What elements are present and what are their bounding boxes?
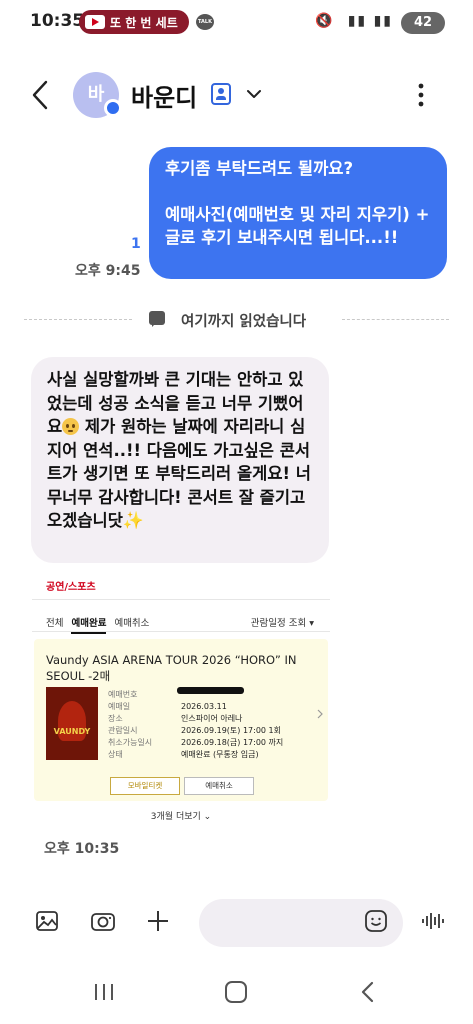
pleading-face-emoji-icon [62, 418, 80, 435]
media-title: 또 한 번 세트 [110, 15, 178, 30]
sort-dropdown: 관람일정 조회 ▾ [250, 618, 314, 629]
divider-line-left [24, 319, 132, 320]
tabs-divider [32, 631, 330, 632]
chevron-right-icon [317, 709, 323, 719]
sort-label: 관람일정 조회 [250, 618, 307, 629]
message-input-bar [0, 895, 473, 951]
label-show-date: 관람일시 [108, 726, 138, 735]
tab-all: 전체 [46, 618, 64, 629]
voice-icon[interactable] [421, 911, 445, 931]
status-bar: 10:35 또 한 번 세트 TALK 🔇 ︎ ▮▮ ▮▮ 42 [0, 0, 473, 46]
incoming-message-time: 오후 10:35 [44, 841, 120, 857]
chat-header: 바 바운디 [0, 62, 473, 126]
chevron-down-icon[interactable] [246, 86, 262, 102]
read-divider-text: 여기까지 읽었습니다 [181, 314, 307, 330]
ticket-tabs: 전체 예매완료 예매취소 [46, 615, 157, 634]
label-venue: 장소 [108, 714, 123, 723]
emoji-icon[interactable] [365, 910, 387, 932]
youtube-media-pill[interactable]: 또 한 번 세트 [79, 10, 189, 34]
concert-poster: VAUNDY [46, 687, 98, 760]
category-divider [32, 599, 330, 600]
ticket-field-labels: 예매번호예매일장소관람일시취소가능일시상태 [108, 689, 152, 761]
plus-icon[interactable] [147, 910, 169, 932]
more-icon[interactable] [416, 82, 426, 108]
redaction-mark [177, 687, 244, 694]
poster-label: VAUNDY [53, 727, 91, 736]
read-divider: 여기까지 읽었습니다 [24, 307, 449, 333]
system-nav-bar [0, 966, 473, 1024]
contact-name[interactable]: 바운디 [131, 78, 197, 113]
youtube-icon [85, 15, 105, 29]
ticket-screenshot-image[interactable]: 공연/스포츠 전체 예매완료 예매취소 관람일정 조회 ▾ Vaundy ASIA … [32, 571, 330, 829]
outgoing-message-time: 오후 9:45 [75, 263, 141, 279]
gallery-icon[interactable] [36, 911, 58, 931]
value-show-date: 2026.09.19(토) 17:00 1회 [181, 726, 281, 735]
label-cancel-deadline: 취소가능일시 [108, 738, 153, 747]
value-cancel-deadline: 2026.09.18(금) 17:00 까지 [181, 738, 284, 747]
value-booking-date: 2026.03.11 [181, 702, 227, 711]
nav-back-icon[interactable] [360, 981, 374, 1003]
more-3-months: 3개월 더보기 ⌄ [150, 812, 212, 822]
mobile-ticket-button: 모바일티켓 [110, 777, 180, 795]
recent-apps-icon[interactable] [93, 982, 115, 1002]
camera-icon[interactable] [91, 911, 115, 931]
kakaotalk-notification-icon: TALK [196, 14, 214, 30]
ticket-field-values: 2026.03.11 인스파이어 아레나 2026.09.19(토) 17:00 1… [181, 689, 283, 761]
battery-indicator: 42 [401, 12, 445, 34]
cancel-booking-button: 예매취소 [184, 777, 254, 795]
value-venue: 인스파이어 아레나 [181, 714, 243, 723]
chat-bubble-icon [149, 311, 165, 327]
ticket-category: 공연/스포츠 [46, 582, 96, 593]
ticket-title: Vaundy ASIA ARENA TOUR 2026 “HORO” IN SE… [46, 653, 297, 683]
home-icon[interactable] [225, 981, 247, 1003]
ticket-card: Vaundy ASIA ARENA TOUR 2026 “HORO” IN SE… [34, 639, 328, 801]
contact-card-icon[interactable] [211, 83, 231, 105]
sparkles-emoji-icon: ✨ [122, 511, 145, 531]
incoming-text-part2: 제가 원하는 날짜에 자리라니 심지어 연석..!! 다음에도 가고싶은 콘서트… [47, 417, 311, 530]
back-icon[interactable] [30, 80, 50, 110]
value-status: 예매완료 (무통장 입금) [181, 750, 259, 759]
signal-icons: 🔇 ︎ ▮▮ ▮▮ [315, 13, 393, 29]
incoming-message-bubble[interactable]: 사실 실망할까봐 큰 기대는 안하고 있었는데 성공 소식을 듣고 너무 기뻤어… [31, 357, 329, 563]
label-booking-no: 예매번호 [108, 690, 138, 699]
outgoing-message-bubble[interactable]: 후기좀 부탁드려도 될까요? 예매사진(예매번호 및 자리 지우기) + 글로 … [149, 147, 447, 279]
label-booking-date: 예매일 [108, 702, 131, 711]
avatar-status-dot [104, 99, 122, 117]
unread-count: 1 [131, 236, 141, 252]
status-time: 10:35 [30, 11, 85, 31]
more-label: 3개월 더보기 [150, 812, 201, 822]
divider-line-right [342, 319, 449, 320]
label-status: 상태 [108, 750, 123, 759]
tab-cancelled: 예매취소 [114, 618, 150, 629]
